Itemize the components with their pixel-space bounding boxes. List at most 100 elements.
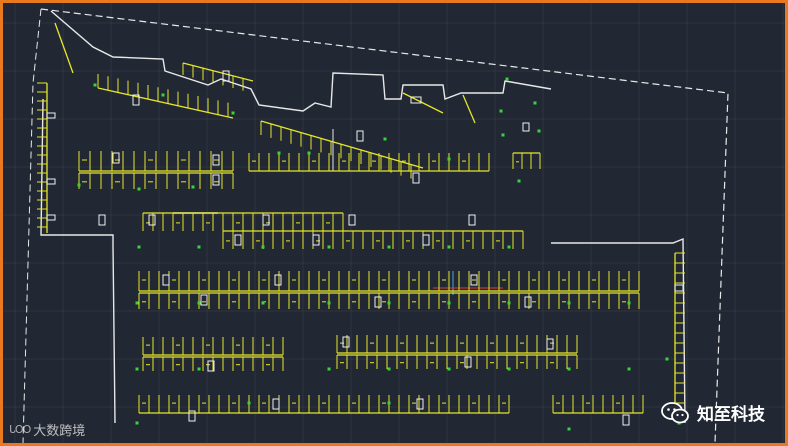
car-symbol [524,296,532,308]
row-3-left-top [142,337,284,356]
building-walls [40,10,686,424]
brand-logo: ᒐOO [9,423,31,436]
cad-viewport: ᒐOO 大数跨境 知至科技 [0,0,788,446]
column-marker [447,157,451,161]
car-symbol [522,122,530,132]
car-symbol [342,336,350,348]
row-upper-left-top [78,151,234,172]
outer-wall-top [50,10,552,112]
car-symbol [162,274,170,286]
column-marker [247,401,251,405]
watermark-text-right: 知至科技 [697,405,765,425]
row-2-bottom [138,292,640,309]
outer-wall-left [40,98,116,424]
car-symbol [148,214,156,226]
car-symbol [348,214,356,226]
column-marker [533,101,537,105]
car-symbol [200,294,208,306]
column-marker [447,367,451,371]
car-symbol [622,414,630,426]
column-marker [191,185,195,189]
column-marker [567,427,571,431]
column-marker [135,367,139,371]
column-marker [447,245,451,249]
column-marker [161,93,165,97]
column-marker [387,245,391,249]
row-4-right [552,395,644,414]
column-marker [537,129,541,133]
car-symbol [234,234,242,246]
car-symbol [112,152,120,164]
row-1-top [142,212,344,231]
watermark-text-left: 大数跨境 [33,424,86,439]
car-symbol [274,274,282,286]
watermark-wechat-account: 知至科技 [661,400,765,425]
column-marker [197,367,201,371]
column-marker [137,187,141,191]
row-diagonal-top [54,22,476,179]
row-3-right-bottom [336,354,578,369]
column-marker [137,245,141,249]
row-2-top [138,271,640,292]
row-4-top [138,395,510,414]
car-symbol [262,214,270,226]
stall-aisle-line [402,92,444,114]
column-marker [261,245,265,249]
car-symbol [212,174,220,186]
car-symbol [46,178,56,185]
column-marker [507,367,511,371]
parking-stall-rows [37,22,685,414]
row-upper-left-bottom [78,172,234,189]
column-marker [567,301,571,305]
car-symbol [312,234,320,246]
boundary-dashed-left [22,8,42,443]
stall-aisle-line [54,22,74,74]
column-marker [327,245,331,249]
column-marker [231,111,235,115]
column-marker [501,133,505,137]
column-marker [627,367,631,371]
column-marker [93,83,97,87]
column-marker [197,301,201,305]
column-marker [499,109,503,113]
stall-aisle-line [97,87,234,119]
car-symbol [546,338,554,350]
column-marker [277,151,281,155]
car-symbol [468,214,476,226]
column-marker [507,301,511,305]
car-symbol [356,130,364,142]
car-symbol [674,284,684,292]
column-marker [665,357,669,361]
car-symbols [46,70,684,426]
column-marker [387,301,391,305]
column-marker [505,77,509,81]
column-marker [447,301,451,305]
column-marker [135,301,139,305]
column-marker [507,245,511,249]
background-grid [3,3,785,443]
row-1-bottom [222,230,524,249]
car-symbol [46,112,56,119]
watermark-dashujuajing: ᒐOO 大数跨境 [9,420,85,439]
column-marker [327,301,331,305]
column-marker [627,301,631,305]
column-marker [327,367,331,371]
row-3-right-top [336,335,578,354]
column-marker [387,401,391,405]
column-marker [387,367,391,371]
outer-wall-right [551,237,686,424]
column-marker [77,183,81,187]
row-upper-mid [248,153,490,172]
column-marker [261,301,265,305]
column-markers [77,77,681,431]
column-marker [135,421,139,425]
car-symbol [412,172,420,184]
car-symbol [422,234,430,246]
boundary-dashed-line [40,8,729,443]
column-marker [383,137,387,141]
car-symbol [46,214,56,221]
car-symbol [98,214,106,226]
column-marker [567,367,571,371]
car-symbol [374,296,382,308]
wechat-icon [661,401,689,423]
